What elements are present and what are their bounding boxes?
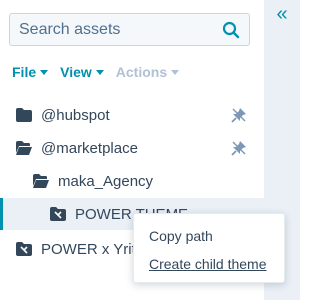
chevron-down-icon [40, 69, 49, 75]
pin-icon[interactable] [231, 107, 247, 123]
copy-path-menu-item[interactable]: Copy path [149, 228, 213, 244]
tree-item-label: @marketplace [41, 139, 138, 157]
context-menu: Copy path Create child theme [133, 213, 285, 283]
theme-folder-icon [50, 207, 66, 221]
tree-item-label: @hubspot [41, 106, 110, 124]
file-menu[interactable]: File [12, 64, 49, 80]
tree-item-maka-agency[interactable]: maka_Agency [33, 167, 153, 195]
search-placeholder: Search assets [19, 21, 121, 38]
search-icon[interactable] [222, 21, 240, 39]
tree-item-hubspot[interactable]: @hubspot [16, 101, 110, 129]
file-menu-label: File [12, 64, 37, 80]
pin-icon[interactable] [231, 140, 247, 156]
chevron-down-icon [171, 69, 180, 75]
actions-menu[interactable]: Actions [115, 64, 180, 80]
folder-closed-icon [16, 108, 32, 122]
view-menu[interactable]: View [60, 64, 104, 80]
create-child-theme-menu-item[interactable]: Create child theme [149, 256, 267, 272]
file-menu-bar: File View Actions [12, 64, 191, 80]
folder-open-icon [16, 141, 32, 155]
tree-item-label: maka_Agency [58, 172, 154, 190]
search-input[interactable]: Search assets [9, 13, 250, 46]
selected-row-indicator [0, 198, 3, 230]
view-menu-label: View [60, 64, 92, 80]
chevron-down-icon [95, 69, 104, 75]
actions-menu-label: Actions [115, 64, 168, 80]
tree-item-power-x-yritys[interactable]: POWER x Yritys [16, 235, 151, 263]
tree-item-marketplace[interactable]: @marketplace [16, 134, 138, 162]
folder-open-icon [33, 174, 49, 188]
theme-folder-icon [16, 242, 32, 256]
collapse-double-chevron-icon[interactable]: « [270, 4, 294, 26]
